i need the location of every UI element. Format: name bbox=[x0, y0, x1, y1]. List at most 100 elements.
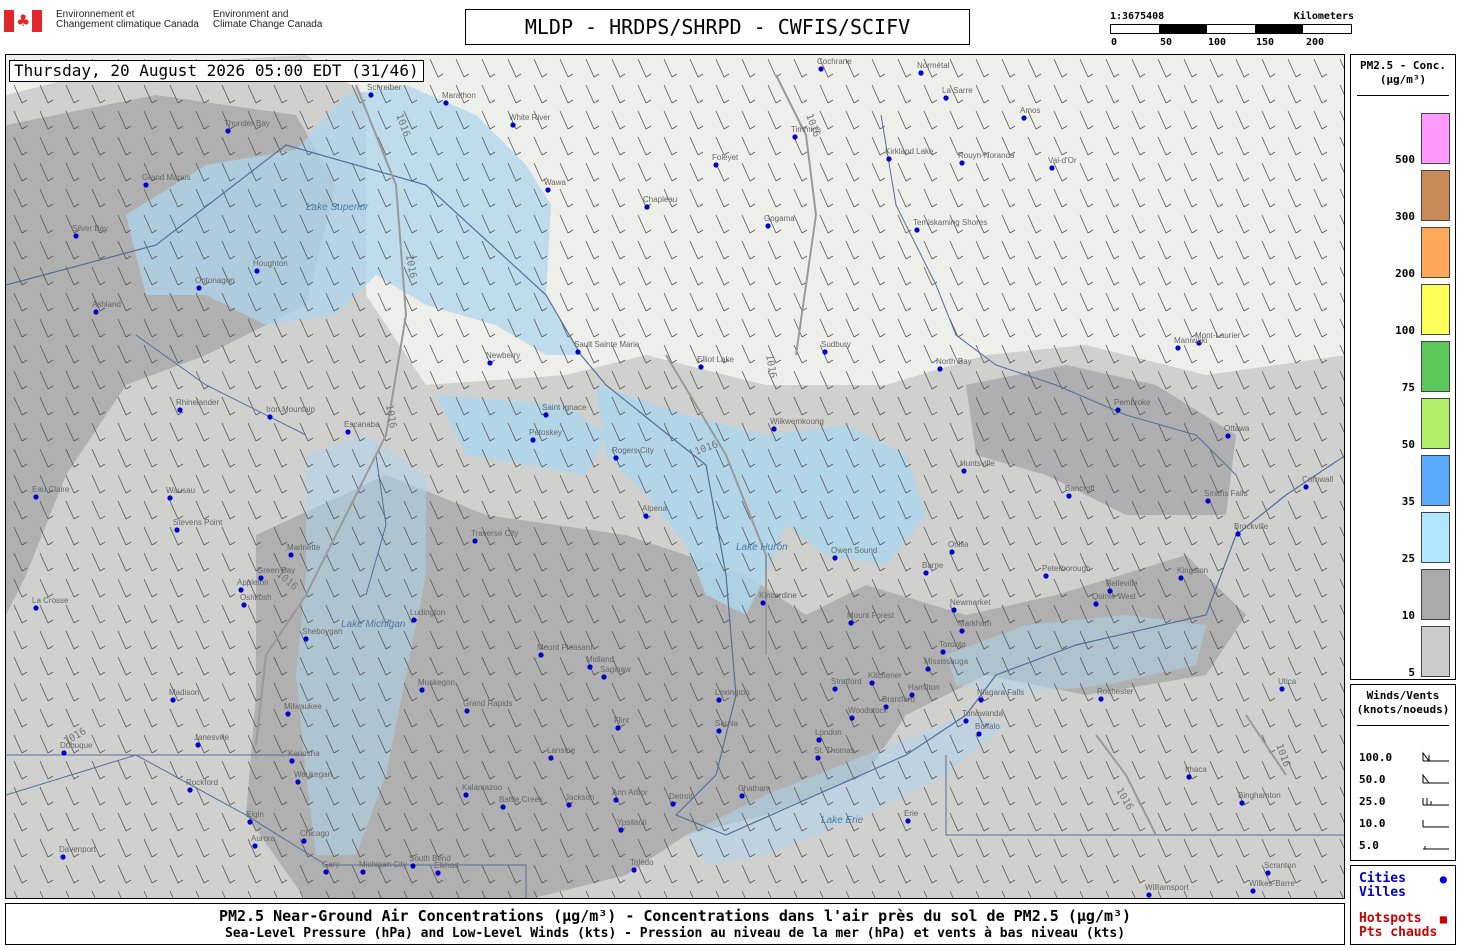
wind-legend-row: 100.0 bbox=[1359, 751, 1451, 765]
pm25-swatch-label: 75 bbox=[1401, 381, 1415, 394]
wind-speed-label: 25.0 bbox=[1359, 795, 1386, 808]
city-dot bbox=[1049, 165, 1055, 171]
city-label: Newberry bbox=[486, 351, 520, 360]
city-dot bbox=[716, 728, 722, 734]
wind-speed-label: 5.0 bbox=[1359, 839, 1379, 852]
city-label: St. Thomas bbox=[814, 746, 855, 755]
city-label: Erie bbox=[904, 809, 919, 818]
city-label: Mount Pleasant bbox=[537, 643, 593, 652]
wind-barb-icon bbox=[1422, 820, 1449, 828]
agency-signature: ♣ Environnement et Changement climatique… bbox=[4, 10, 336, 40]
city-dot bbox=[918, 70, 924, 76]
city-label: Aurora bbox=[251, 834, 276, 843]
city-dot bbox=[435, 870, 441, 876]
city-label: Amos bbox=[1020, 106, 1040, 115]
city-label: Petoskey bbox=[529, 428, 562, 437]
city-label: Marathon bbox=[442, 91, 476, 100]
city-dot bbox=[73, 233, 79, 239]
city-dot bbox=[631, 867, 637, 873]
lake-label: Lake Michigan bbox=[341, 619, 406, 630]
lake-label: Lake Huron bbox=[736, 542, 788, 553]
city-dot bbox=[1205, 498, 1211, 504]
city-dot bbox=[961, 468, 967, 474]
wind-barb-icon bbox=[1423, 846, 1449, 850]
pm25-legend: PM2.5 - Conc. (µg/m³) 500 300 200 100 75 50 35… bbox=[1350, 54, 1456, 680]
pm25-swatch bbox=[1421, 170, 1450, 221]
city-label: Lexington bbox=[715, 688, 750, 697]
city-label: Bancroft bbox=[1065, 484, 1096, 493]
pm25-swatch-label: 10 bbox=[1401, 609, 1415, 622]
city-dot bbox=[963, 718, 969, 724]
city-label: Schreiber bbox=[367, 83, 402, 92]
page-title: MLDP - HRDPS/SHRPD - CWFIS/SCIFV bbox=[465, 9, 970, 45]
city-dot bbox=[601, 674, 607, 680]
city-dot bbox=[538, 652, 544, 658]
city-dot bbox=[923, 570, 929, 576]
city-dot bbox=[959, 628, 965, 634]
city-dot bbox=[1146, 892, 1152, 898]
city-label: Elgin bbox=[246, 810, 264, 819]
city-dot bbox=[869, 680, 875, 686]
city-dot bbox=[1115, 407, 1121, 413]
footer-line-1: PM2.5 Near-Ground Air Concentrations (µg… bbox=[218, 907, 1132, 925]
city-dot bbox=[247, 819, 253, 825]
city-label: Wawa bbox=[544, 178, 566, 187]
scale-tick: 100 bbox=[1207, 37, 1227, 48]
city-dot bbox=[698, 364, 704, 370]
city-label: Escanaba bbox=[344, 420, 380, 429]
city-dot bbox=[225, 128, 231, 134]
city-label: Mount Forest bbox=[847, 611, 895, 620]
wind-legend-row: 5.0 bbox=[1359, 839, 1451, 853]
city-dot bbox=[832, 555, 838, 561]
city-label: Rogers City bbox=[612, 446, 654, 455]
city-dot bbox=[644, 204, 650, 210]
lake-label: Lake Erie bbox=[821, 815, 864, 826]
city-label: Green Bay bbox=[257, 566, 295, 575]
city-label: Buffalo bbox=[975, 722, 1000, 731]
city-dot bbox=[545, 187, 551, 193]
hotspots-legend-label: Hotspots Pts chauds bbox=[1359, 911, 1438, 940]
city-label: Chicago bbox=[300, 829, 330, 838]
map-canvas[interactable]: 1016101610161016101610161016101610161016… bbox=[6, 55, 1345, 899]
city-label: Kingston bbox=[1177, 566, 1208, 575]
city-label: Foleyet bbox=[712, 153, 739, 162]
city-label: Waukegan bbox=[294, 770, 332, 779]
city-dot bbox=[1235, 531, 1241, 537]
city-label: Rouyn-Noranda bbox=[958, 151, 1015, 160]
scale-tick: 150 bbox=[1255, 37, 1275, 48]
city-label: Houghton bbox=[253, 259, 288, 268]
city-label: Madison bbox=[169, 688, 199, 697]
city-dot bbox=[1239, 800, 1245, 806]
wind-barb-icon bbox=[1422, 773, 1449, 784]
city-label: Kincardine bbox=[759, 591, 797, 600]
city-label: Belleville bbox=[1106, 579, 1138, 588]
city-dot bbox=[170, 697, 176, 703]
city-label: Val-d'Or bbox=[1048, 156, 1077, 165]
header: ♣ Environnement et Changement climatique… bbox=[0, 0, 1460, 52]
city-label: Ottawa bbox=[1224, 424, 1250, 433]
pm25-swatch bbox=[1421, 227, 1450, 278]
city-dot bbox=[285, 711, 291, 717]
city-label: Janesville bbox=[194, 733, 230, 742]
city-label: Peterborough bbox=[1042, 564, 1090, 573]
city-label: Sault Sainte Marie bbox=[574, 340, 640, 349]
city-label: Saint Ignace bbox=[542, 403, 587, 412]
city-dot bbox=[1186, 774, 1192, 780]
city-label: Sudbury bbox=[821, 340, 851, 349]
city-dot bbox=[323, 869, 329, 875]
city-dot bbox=[832, 686, 838, 692]
map-panel[interactable]: 1016 1016 1016 1016 1016 1016 1016 1016 1016 1016… bbox=[5, 54, 1345, 899]
city-dot bbox=[1250, 888, 1256, 894]
city-label: Pembroke bbox=[1114, 398, 1151, 407]
city-label: Battle Creek bbox=[499, 795, 544, 804]
wind-speed-label: 100.0 bbox=[1359, 751, 1393, 764]
city-label: Sheboygan bbox=[302, 627, 342, 636]
city-dot bbox=[1098, 696, 1104, 702]
city-dot bbox=[60, 854, 66, 860]
city-dot bbox=[949, 549, 955, 555]
city-label: Rockford bbox=[186, 778, 218, 787]
agency-name-en: Environment and Climate Change Canada bbox=[212, 9, 323, 30]
pm25-legend-title: PM2.5 - Conc. (µg/m³) bbox=[1351, 59, 1455, 87]
city-dot bbox=[566, 802, 572, 808]
map-timestamp: Thursday, 20 August 2026 05:00 EDT (31/4… bbox=[9, 60, 424, 82]
